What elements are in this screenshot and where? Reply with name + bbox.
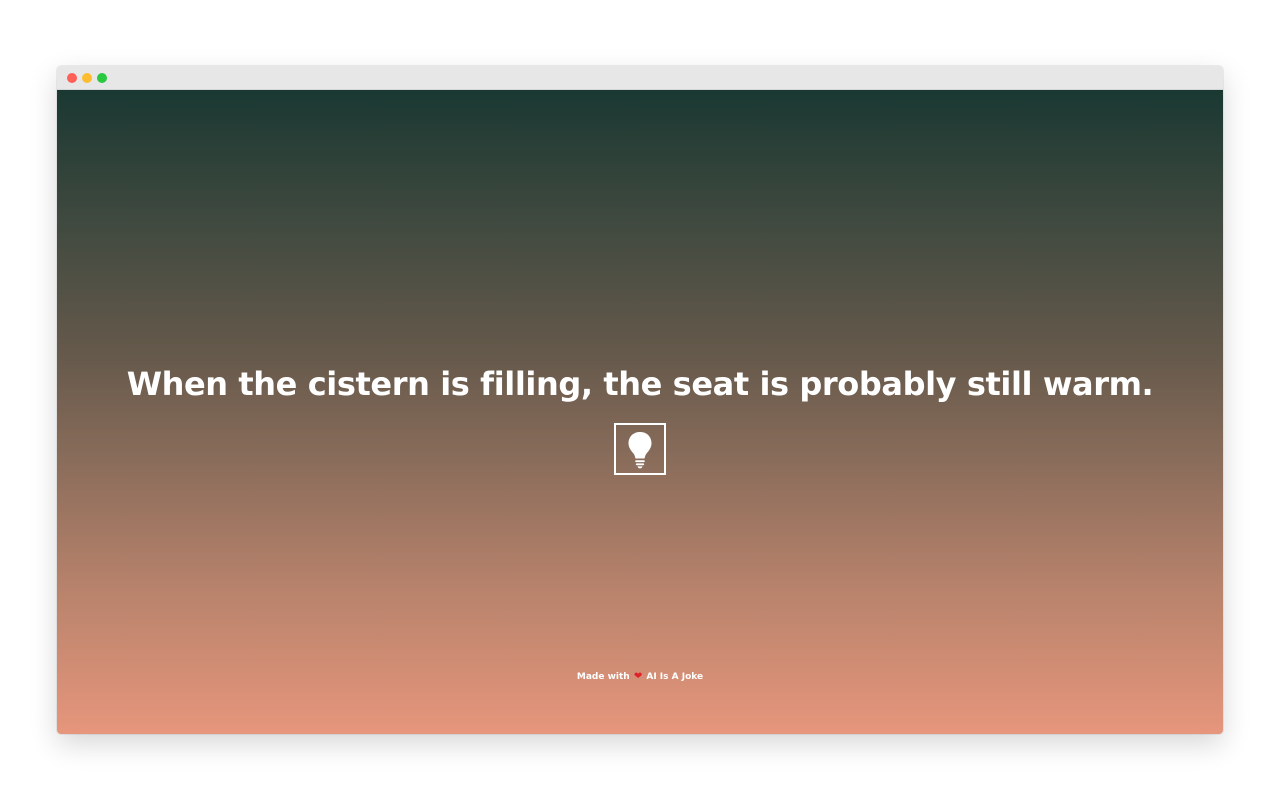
window-titlebar [57,66,1223,90]
lightbulb-icon [628,432,652,469]
joke-page: When the cistern is filling, the seat is… [57,90,1223,734]
heart-icon: ❤ [633,671,643,682]
minimize-window-button[interactable] [82,73,92,83]
footer-credit: Made with ❤ AI Is A Joke [57,670,1223,684]
joke-text: When the cistern is filling, the seat is… [126,365,1154,403]
browser-window: When the cistern is filling, the seat is… [57,66,1223,734]
new-joke-button[interactable] [614,423,666,475]
close-window-button[interactable] [67,73,77,83]
footer-brand[interactable]: AI Is A Joke [646,672,703,682]
footer-made-with: Made with [576,672,630,682]
maximize-window-button[interactable] [97,73,107,83]
